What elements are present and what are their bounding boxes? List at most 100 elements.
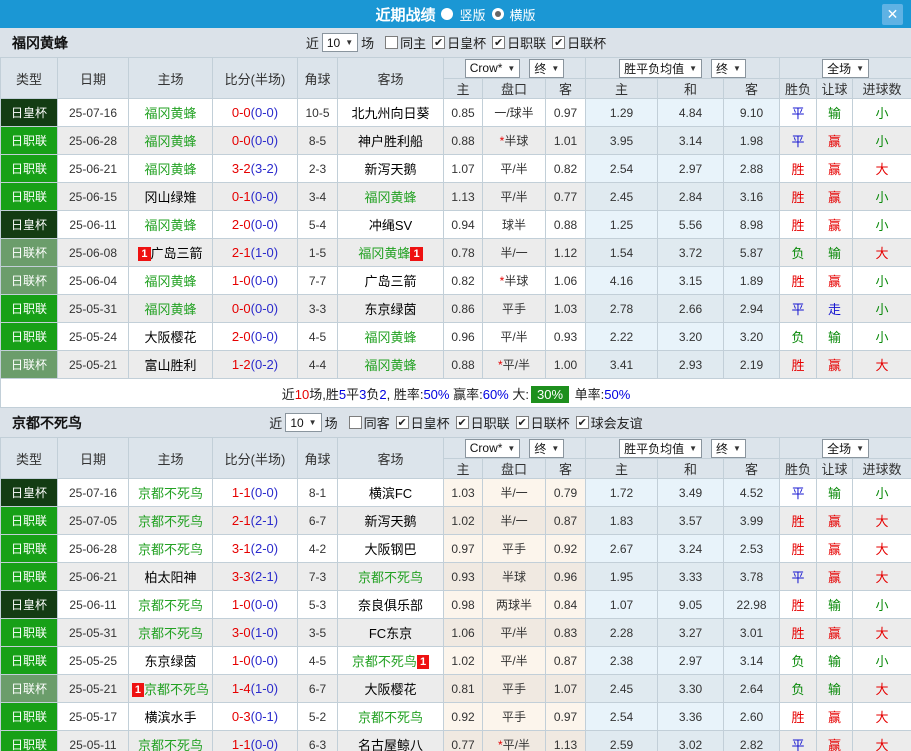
- score-cell: 1-0(0-0): [212, 590, 298, 619]
- home-team-name: 京都不死鸟: [137, 738, 203, 751]
- handicap-result-cell: 输: [816, 98, 854, 127]
- halftime-score: (1-0): [250, 625, 279, 640]
- handicap-result-cell: 赢: [816, 266, 854, 295]
- odds-company-select[interactable]: Crow*: [464, 58, 521, 78]
- same-side-checkbox[interactable]: [348, 416, 362, 429]
- handicap-cell: 平/半: [482, 182, 546, 211]
- league-checkbox[interactable]: ✔: [575, 416, 589, 429]
- sub-header-avg-draw: 和: [657, 78, 725, 99]
- home-team-cell: 福冈黄蜂: [128, 98, 213, 127]
- avg-draw-cell: 3.36: [657, 702, 725, 731]
- near-label: 近: [269, 416, 283, 431]
- odds-time-select[interactable]: 终: [529, 438, 565, 458]
- match-date-cell: 25-05-31: [57, 618, 129, 647]
- avg-time-select[interactable]: 终: [711, 58, 746, 78]
- col-header-corner: 角球: [297, 57, 338, 99]
- league-checkbox-group: ✔ 日皇杯 ✔ 日职联 ✔ 日联杯: [428, 33, 608, 52]
- orientation-radio-vertical-label[interactable]: 竖版: [459, 5, 485, 24]
- league-checkbox[interactable]: ✔: [492, 36, 506, 49]
- col-header-score: 比分(半场): [212, 437, 298, 479]
- home-team-cell: 柏太阳神: [128, 562, 213, 591]
- close-icon[interactable]: ✕: [882, 4, 903, 25]
- league-checkbox[interactable]: ✔: [515, 416, 529, 429]
- result-cell: 负: [779, 646, 818, 675]
- away-odds-cell: 1.13: [544, 730, 587, 751]
- match-date-cell: 25-06-28: [57, 126, 129, 155]
- avg-draw-cell: 3.20: [657, 322, 725, 351]
- home-team-name: 京都不死鸟: [137, 514, 203, 529]
- fulltime-score: 1-0: [231, 597, 251, 612]
- away-odds-cell: 0.77: [544, 182, 587, 211]
- odds-time-select[interactable]: 终: [529, 58, 565, 78]
- avg-lose-cell: 3.99: [723, 506, 781, 535]
- away-odds-cell: 0.88: [544, 210, 587, 239]
- avg-draw-cell: 3.02: [657, 730, 725, 751]
- away-team-name: 名古屋鲸八: [357, 738, 423, 751]
- score-cell: 1-1(0-0): [212, 730, 298, 751]
- match-type-cell: 日皇杯: [0, 98, 58, 127]
- near-count-select[interactable]: 10: [285, 413, 322, 432]
- team-name: 福冈黄蜂: [12, 34, 68, 51]
- league-checkbox[interactable]: ✔: [455, 416, 469, 429]
- match-row: 日职联 25-05-24 大阪樱花 2-0(0-0) 4-5 福冈黄蜂 0.96 平/半 0.9…: [0, 322, 911, 351]
- avg-win-cell: 2.38: [585, 646, 659, 675]
- summary-segment: 大:: [508, 386, 529, 402]
- result-cell: 胜: [779, 210, 818, 239]
- avg-lose-cell: 2.19: [723, 350, 781, 379]
- corner-cell: 6-7: [297, 674, 338, 703]
- away-team-name: 京都不死鸟: [351, 654, 417, 669]
- home-team-name: 福冈黄蜂: [144, 302, 197, 317]
- scope-select[interactable]: 全场: [822, 58, 870, 78]
- near-count-select[interactable]: 10: [321, 33, 359, 52]
- match-date-cell: 25-06-11: [57, 590, 129, 619]
- league-checkbox[interactable]: ✔: [552, 36, 566, 49]
- same-side-checkbox[interactable]: [385, 36, 399, 49]
- away-team-cell: 福冈黄蜂: [337, 322, 444, 351]
- orientation-radio-vertical[interactable]: [441, 8, 454, 20]
- orientation-radio-horizontal-label[interactable]: 横版: [510, 5, 536, 24]
- home-odds-cell: 0.94: [443, 210, 483, 239]
- avg-metric-select[interactable]: 胜平负均值: [619, 438, 703, 458]
- away-team-cell: 神户胜利船: [337, 126, 444, 155]
- league-checkbox[interactable]: ✔: [395, 416, 409, 429]
- summary-segment: 50%: [604, 386, 631, 402]
- corner-cell: 8-1: [297, 478, 338, 507]
- col-header-home: 主场: [128, 57, 213, 99]
- avg-draw-cell: 3.14: [657, 126, 725, 155]
- matches-table: 类型 日期 主场 比分(半场) 角球 客场 Crow* 终 胜平负均值 终: [0, 437, 911, 751]
- home-team-cell: 京都不死鸟: [128, 590, 213, 619]
- result-cell: 胜: [779, 506, 818, 535]
- away-team-name: 奈良俱乐部: [357, 598, 423, 613]
- result-cell: 负: [779, 674, 818, 703]
- home-team-cell: 东京绿茵: [128, 646, 213, 675]
- league-checkbox[interactable]: ✔: [432, 36, 446, 49]
- avg-lose-cell: 3.20: [723, 322, 781, 351]
- home-team-cell: 京都不死鸟: [128, 730, 213, 751]
- rank-1-badge: 1: [416, 655, 430, 669]
- avg-win-cell: 1.54: [585, 238, 659, 267]
- result-cell: 平: [779, 98, 818, 127]
- avg-time-select[interactable]: 终: [711, 438, 746, 458]
- home-team-name: 东京绿茵: [144, 654, 197, 669]
- halftime-score: (1-0): [250, 245, 279, 260]
- halftime-score: (3-2): [250, 161, 279, 176]
- goals-cell: 大: [852, 350, 911, 379]
- match-date-cell: 25-05-25: [57, 646, 129, 675]
- scope-select[interactable]: 全场: [822, 438, 870, 458]
- corner-cell: 5-4: [297, 210, 338, 239]
- avg-lose-cell: 3.16: [723, 182, 781, 211]
- avg-win-cell: 2.28: [585, 618, 659, 647]
- avg-lose-cell: 2.60: [723, 702, 781, 731]
- sub-header-goals: 进球数: [852, 458, 911, 479]
- odds-company-select[interactable]: Crow*: [464, 438, 521, 458]
- halftime-score: (0-0): [250, 105, 279, 120]
- avg-metric-select[interactable]: 胜平负均值: [619, 58, 703, 78]
- match-row: 日皇杯 25-06-11 京都不死鸟 1-0(0-0) 5-3 奈良俱乐部 0.98 两球半 0…: [0, 590, 911, 619]
- away-odds-cell: 0.97: [544, 98, 587, 127]
- match-row: 日职联 25-05-17 横滨水手 0-3(0-1) 5-2 京都不死鸟 0.92 平手 0.9…: [0, 702, 911, 731]
- away-team-cell: 奈良俱乐部: [337, 590, 444, 619]
- match-row: 日联杯 25-05-21 1 京都不死鸟 1-4(1-0) 6-7 大阪樱花 0.81 平手 1.…: [0, 674, 911, 703]
- sub-header-avg-lose: 客: [723, 78, 781, 99]
- orientation-radio-horizontal[interactable]: [491, 8, 504, 20]
- fulltime-score: 0-1: [231, 189, 251, 204]
